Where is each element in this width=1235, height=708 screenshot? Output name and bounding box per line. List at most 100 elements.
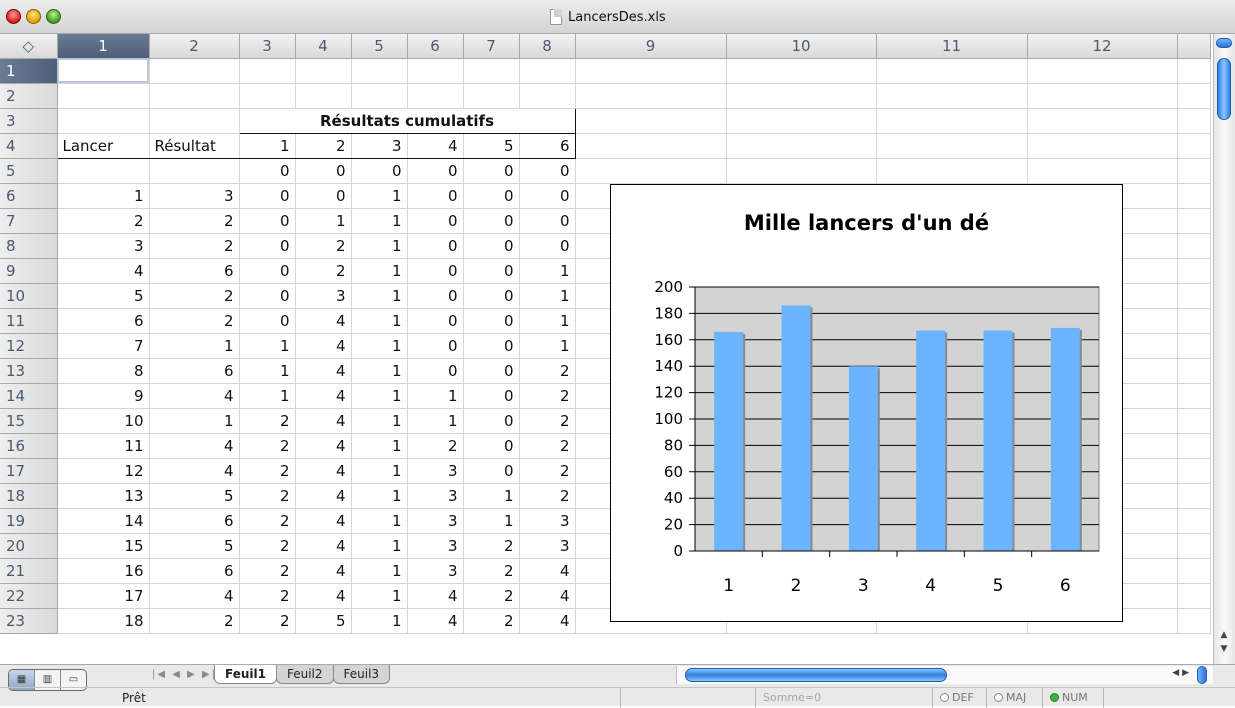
column-header[interactable]: 5 <box>351 34 408 59</box>
sheet-cell[interactable] <box>1177 358 1211 384</box>
cumulative-cell[interactable]: 2 <box>463 608 520 634</box>
cumulative-cell[interactable]: 1 <box>351 233 408 259</box>
cumulative-cell[interactable]: 2 <box>239 608 296 634</box>
cumulative-cell[interactable]: 1 <box>351 458 408 484</box>
column-header[interactable]: 6 <box>407 34 464 59</box>
result-cell[interactable]: 6 <box>149 258 240 284</box>
sheet-cell[interactable] <box>575 58 727 84</box>
cumulative-cell[interactable]: 0 <box>463 358 520 384</box>
cumulative-cell[interactable]: 1 <box>295 208 352 234</box>
sheet-cell[interactable] <box>1027 108 1178 134</box>
chart-object[interactable]: Mille lancers d'un dé 0 20 40 60 80 100 120 140… <box>610 184 1123 622</box>
sheet-cell[interactable] <box>726 108 877 134</box>
result-cell[interactable]: 5 <box>149 533 240 559</box>
row-header[interactable]: 14 <box>0 383 58 409</box>
cumulative-cell[interactable]: 0 <box>519 158 576 184</box>
sheet-cell[interactable] <box>1177 283 1211 309</box>
cumulative-cell[interactable]: 4 <box>295 433 352 459</box>
cumulative-cell[interactable]: 0 <box>407 208 464 234</box>
cumulative-cell[interactable]: 0 <box>463 258 520 284</box>
cumulative-cell[interactable]: 4 <box>295 458 352 484</box>
cumulative-cell[interactable]: 1 <box>519 333 576 359</box>
sheet-tab[interactable]: Feuil1 <box>214 665 277 684</box>
cumulative-cell[interactable]: 4 <box>295 383 352 409</box>
sheet-cell[interactable] <box>1177 108 1211 134</box>
sheet-cell[interactable] <box>1177 508 1211 534</box>
throw-number-cell[interactable]: 8 <box>57 358 150 384</box>
sheet-cell[interactable] <box>1177 158 1211 184</box>
row-header[interactable]: 9 <box>0 258 58 284</box>
column-header[interactable]: 10 <box>726 34 877 59</box>
cumulative-cell[interactable]: 1 <box>351 258 408 284</box>
row-header[interactable]: 12 <box>0 333 58 359</box>
cumulative-cell[interactable]: 1 <box>351 183 408 209</box>
cumulative-cell[interactable]: 0 <box>463 183 520 209</box>
cumulative-cell[interactable]: 4 <box>295 558 352 584</box>
cumulative-cell[interactable]: 3 <box>407 558 464 584</box>
cumulative-cell[interactable]: 0 <box>407 358 464 384</box>
sheet-cell[interactable] <box>463 58 520 84</box>
sheet-cell[interactable] <box>575 133 727 159</box>
throw-number-cell[interactable]: 11 <box>57 433 150 459</box>
select-all-corner-icon[interactable]: ◇ <box>0 34 58 59</box>
cumulative-cell[interactable]: 1 <box>351 408 408 434</box>
result-cell[interactable]: 6 <box>149 508 240 534</box>
result-cell[interactable]: 3 <box>149 183 240 209</box>
result-cell[interactable]: 5 <box>149 483 240 509</box>
cumulative-cell[interactable]: 1 <box>239 358 296 384</box>
cumulative-cell[interactable]: 0 <box>463 283 520 309</box>
cumulative-cell[interactable]: 2 <box>463 583 520 609</box>
cumulative-cell[interactable]: 4 <box>295 333 352 359</box>
sheet-cell[interactable] <box>1027 58 1178 84</box>
result-cell[interactable]: 2 <box>149 608 240 634</box>
cumulative-cell[interactable]: 0 <box>239 208 296 234</box>
sheet-cell[interactable] <box>1177 433 1211 459</box>
row-header[interactable]: 3 <box>0 108 58 134</box>
cumulative-cell[interactable]: 1 <box>351 283 408 309</box>
cumulative-cell[interactable]: 2 <box>239 533 296 559</box>
active-cell[interactable] <box>57 58 150 84</box>
cumulative-cell[interactable]: 2 <box>239 583 296 609</box>
result-cell[interactable]: 2 <box>149 208 240 234</box>
cumulative-cell[interactable]: 0 <box>407 308 464 334</box>
cumulative-cell[interactable]: 2 <box>519 408 576 434</box>
vertical-scrollbar[interactable]: ▲ ▼ <box>1213 34 1235 664</box>
result-cell[interactable]: 4 <box>149 458 240 484</box>
cumulative-cell[interactable]: 1 <box>351 608 408 634</box>
cumulative-cell[interactable]: 0 <box>519 183 576 209</box>
face-header[interactable]: 6 <box>518 133 576 159</box>
cumulative-cell[interactable]: 0 <box>239 258 296 284</box>
result-cell[interactable]: 2 <box>149 283 240 309</box>
sheet-nav-arrows[interactable]: |◀ ◀ ▶ ▶| <box>152 669 217 680</box>
cumulative-cell[interactable]: 4 <box>407 583 464 609</box>
sheet-cell[interactable] <box>407 58 464 84</box>
cumulative-cell[interactable]: 0 <box>351 158 408 184</box>
sheet-cell[interactable] <box>876 58 1028 84</box>
row-header[interactable]: 5 <box>0 158 58 184</box>
cumulative-cell[interactable]: 1 <box>351 508 408 534</box>
cumulative-cell[interactable]: 2 <box>239 508 296 534</box>
cumulative-cell[interactable]: 1 <box>519 308 576 334</box>
close-window-button[interactable] <box>6 9 21 24</box>
cumulative-cell[interactable]: 0 <box>239 283 296 309</box>
cumulative-cell[interactable]: 0 <box>463 208 520 234</box>
sheet-cell[interactable] <box>1027 133 1178 159</box>
cumulative-cell[interactable]: 0 <box>295 183 352 209</box>
sheet-cell[interactable] <box>575 83 727 109</box>
sheet-cell[interactable] <box>876 133 1028 159</box>
cumulative-cell[interactable]: 4 <box>295 483 352 509</box>
cumulative-cell[interactable]: 3 <box>407 458 464 484</box>
throw-number-cell[interactable]: 16 <box>57 558 150 584</box>
result-cell[interactable]: 6 <box>149 358 240 384</box>
cumulative-cell[interactable]: 4 <box>519 583 576 609</box>
column-header[interactable]: 3 <box>239 34 296 59</box>
row-header[interactable]: 1 <box>0 58 58 84</box>
zoom-window-button[interactable] <box>46 9 61 24</box>
cumulative-cell[interactable]: 2 <box>463 558 520 584</box>
vertical-split-handle[interactable] <box>1216 38 1232 48</box>
throw-number-cell[interactable]: 3 <box>57 233 150 259</box>
cumulative-results-header[interactable]: Résultats cumulatifs <box>238 107 576 134</box>
throw-number-cell[interactable]: 15 <box>57 533 150 559</box>
sheet-cell[interactable] <box>1177 208 1211 234</box>
cumulative-cell[interactable]: 0 <box>519 233 576 259</box>
